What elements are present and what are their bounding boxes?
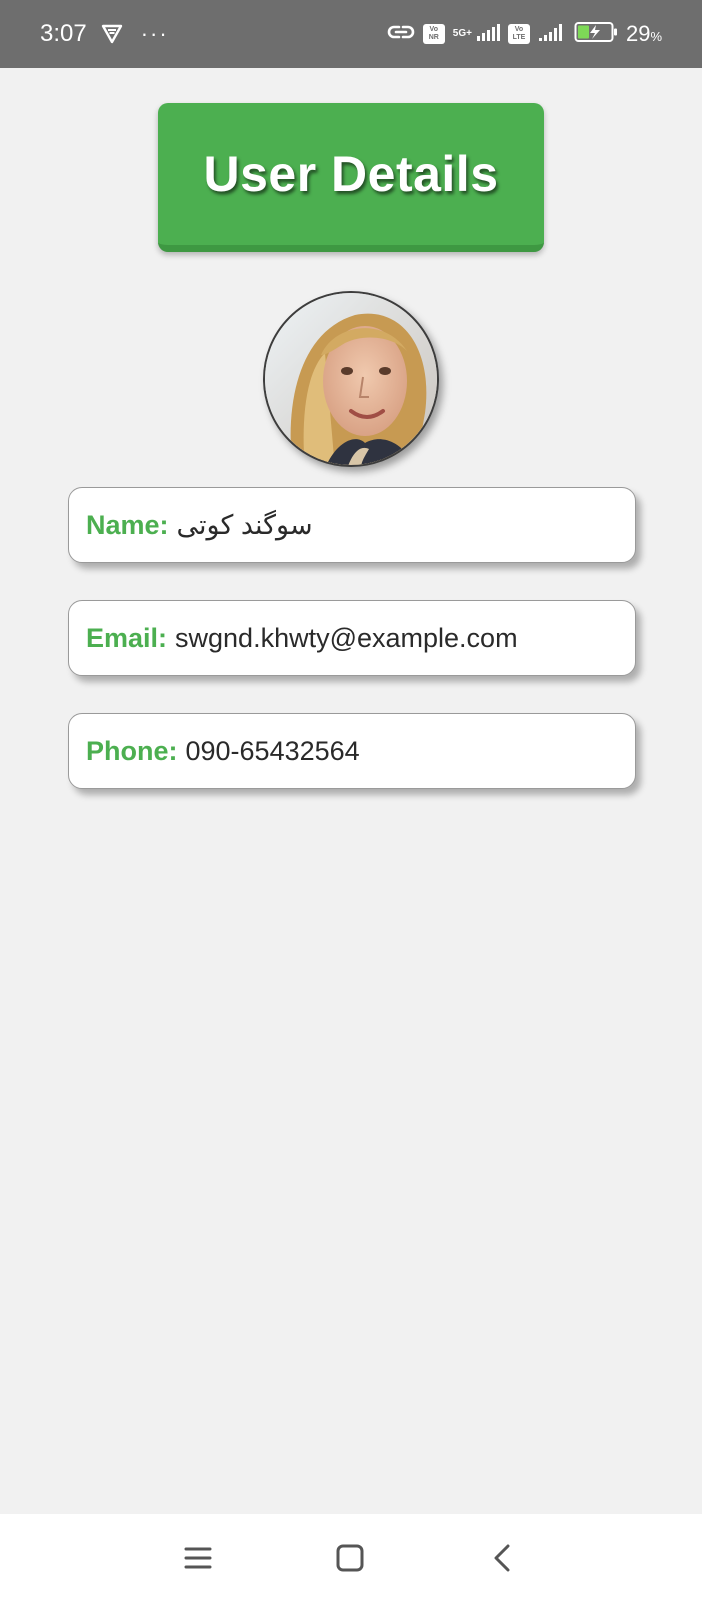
battery-charging-icon: [574, 21, 618, 48]
back-button[interactable]: [482, 1538, 522, 1578]
volte-nr-badge: Vo NR: [422, 24, 445, 44]
badge-text-bottom: NR: [428, 34, 439, 41]
back-icon: [494, 1544, 510, 1572]
phone-value: 090-65432564: [185, 735, 360, 766]
name-card: Name: سوگند کوتی: [68, 487, 636, 563]
home-icon: [336, 1544, 364, 1572]
menu-icon: [184, 1547, 212, 1569]
signal-icon: [538, 22, 566, 47]
status-time: 3:07: [40, 20, 87, 47]
avatar: [263, 291, 439, 467]
page-title: User Details: [158, 103, 544, 252]
home-button[interactable]: [330, 1538, 370, 1578]
network-type-label: 5G+: [452, 28, 472, 39]
battery-percentage: 29%: [626, 21, 662, 47]
more-notifications-icon: ···: [140, 21, 169, 46]
link-icon: [387, 22, 415, 47]
status-right: Vo NR 5G+ Vo LTE 29%: [379, 21, 662, 48]
name-value: سوگند کوتی: [176, 509, 313, 540]
badge-text-bottom: LTE: [512, 34, 526, 41]
email-card: Email: swgnd.khwty@example.com: [68, 600, 636, 676]
volte-lte-badge: Vo LTE: [507, 24, 530, 44]
battery-level: 29: [625, 21, 651, 46]
status-left: 3:07 ···: [40, 20, 169, 48]
phone-card: Phone: 090-65432564: [68, 713, 636, 789]
name-label: Name:: [86, 509, 169, 540]
badge-text-top: Vo: [514, 26, 524, 33]
signal-icon: [476, 22, 500, 47]
email-value: swgnd.khwty@example.com: [175, 622, 518, 653]
status-bar: 3:07 ··· Vo NR 5G+ Vo LTE 29%: [0, 0, 702, 68]
vpn-shield-icon: [101, 24, 123, 44]
recent-apps-button[interactable]: [178, 1538, 218, 1578]
screen: 3:07 ··· Vo NR 5G+ Vo LTE 29% User Detai…: [0, 0, 702, 1600]
battery-unit: %: [650, 29, 662, 44]
phone-label: Phone:: [86, 735, 178, 766]
email-label: Email:: [86, 622, 168, 653]
user-photo: [265, 293, 437, 465]
navigation-bar: [0, 1514, 702, 1600]
badge-text-top: Vo: [429, 26, 438, 33]
